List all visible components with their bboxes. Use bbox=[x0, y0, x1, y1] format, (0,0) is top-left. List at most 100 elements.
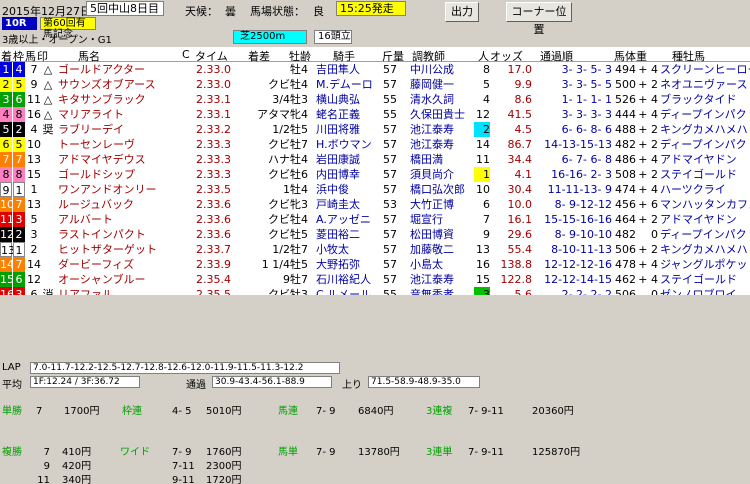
prediction-mark bbox=[40, 242, 56, 257]
lap-label: LAP bbox=[2, 362, 21, 373]
body-weight: 478 bbox=[615, 258, 636, 271]
odds: 8.6 bbox=[514, 93, 533, 106]
horse-name: ラブリーデイ bbox=[58, 123, 124, 136]
finish-time: 2.33.1 bbox=[196, 108, 231, 121]
carried-weight: 57 bbox=[383, 78, 397, 91]
meeting-field[interactable]: 5回中山8日目 bbox=[86, 1, 164, 16]
table-row[interactable]: 6 5 10 トーセンレーヴ 2.33.3 クビ 牡7 H.ボウマン 57 池江泰寿 14 86.7 1… bbox=[0, 137, 750, 152]
jockey-name: 蛯名正義 bbox=[316, 108, 360, 121]
table-row[interactable]: 14 7 14 ダービーフィズ 2.33.9 1 1/4 牡5 大野拓弥 57 小島太 16 138.… bbox=[0, 257, 750, 272]
avg-label: 平均 bbox=[2, 380, 22, 391]
frame-number: 3 bbox=[13, 212, 25, 227]
table-row[interactable]: 4 8 16 △ マリアライト 2.33.1 アタマ 牝4 蛯名正義 55 久保田貴士 12 41.5 3… bbox=[0, 107, 750, 122]
table-row[interactable]: 9 1 1 ワンアンドオンリー 2.33.5 1 牡4 浜中俊 57 橋口弘次郎 10 30.4 11-… bbox=[0, 182, 750, 197]
table-row[interactable]: 3 6 11 △ キタサンブラック 2.33.1 3/4 牡3 横山典弘 55 清水久詞 4 8.6 1-… bbox=[0, 92, 750, 107]
sire-name: ディープインパクト bbox=[660, 228, 750, 241]
weight-change: + 2 bbox=[638, 213, 658, 226]
table-row[interactable]: 12 2 3 ラストインパクト 2.33.6 クビ 牡5 菱田裕二 57 松田博資 9 29.6 8- … bbox=[0, 227, 750, 242]
sex-age: 牡4 bbox=[290, 183, 308, 196]
sex-age: 牡4 bbox=[290, 78, 308, 91]
jockey-name: 内田博幸 bbox=[316, 168, 360, 181]
finish-time: 2.33.2 bbox=[196, 123, 231, 136]
finish-position: 15 bbox=[0, 272, 14, 287]
frame-number: 7 bbox=[13, 257, 25, 272]
table-row[interactable]: 15 6 12 オーシャンブルー 2.35.4 9 牡7 石川裕紀人 57 池江泰寿 15 122.8… bbox=[0, 272, 750, 287]
sex-age: 牡4 bbox=[290, 213, 308, 226]
col-c[interactable]: C bbox=[182, 48, 190, 61]
odds: 86.7 bbox=[507, 138, 533, 151]
payout-umatan: 馬単 7- 9 13780円 bbox=[278, 446, 400, 460]
finish-time: 2.33.3 bbox=[196, 153, 231, 166]
margin: クビ bbox=[268, 213, 290, 226]
sire-name: ディープインパクト bbox=[660, 138, 750, 151]
table-row[interactable]: 13 1 2 ヒットザターゲット 2.33.7 1/2 牡7 小牧太 57 加藤敬二 13 55.4 8… bbox=[0, 242, 750, 257]
passing-order: 16-16- 2- 3 bbox=[551, 168, 612, 181]
wide-number: 7-11 bbox=[172, 461, 195, 472]
odds: 29.6 bbox=[507, 228, 533, 241]
race-name: 第60回有馬記念 bbox=[40, 17, 96, 40]
carried-weight: 57 bbox=[383, 213, 397, 226]
prediction-mark: △ bbox=[43, 78, 53, 91]
sire-name: ステイゴールド bbox=[660, 168, 737, 181]
finish-position: 14 bbox=[0, 257, 14, 272]
tansho-payout: 1700円 bbox=[64, 406, 100, 417]
carried-weight: 57 bbox=[383, 228, 397, 241]
passing-order: 1- 1- 1- 1 bbox=[561, 93, 612, 106]
umatan-payout: 13780円 bbox=[358, 447, 400, 458]
trainer-name: 藤岡健一 bbox=[410, 78, 454, 91]
table-row[interactable]: 5 2 4 奨ラブリーデイ 2.33.2 1/2 牡5 川田将雅 57 池江泰寿 2 4.5 6- 6-… bbox=[0, 122, 750, 137]
horse-name: アドマイヤデウス bbox=[58, 153, 146, 166]
popularity: 14 bbox=[476, 138, 490, 151]
trainer-name: 池江泰寿 bbox=[410, 273, 454, 286]
weight-change: + 4 bbox=[638, 93, 658, 106]
trainer-name: 加藤敬二 bbox=[410, 243, 454, 256]
odds: 122.8 bbox=[500, 273, 533, 286]
sex-age: 牝3 bbox=[290, 198, 308, 211]
margin: ハナ bbox=[268, 153, 290, 166]
prediction-mark bbox=[40, 212, 56, 227]
race-distance: 芝2500m bbox=[233, 30, 307, 44]
umaren-number: 7- 9 bbox=[316, 406, 336, 417]
finish-time: 2.33.6 bbox=[196, 213, 231, 226]
trainer-name: 堀宣行 bbox=[410, 213, 443, 226]
wide-numbers: 7- 9 7-11 9-11 bbox=[172, 446, 195, 484]
finish-position: 9 bbox=[0, 182, 12, 197]
race-conditions: 3歳以上・オープン・G1 bbox=[2, 35, 112, 46]
trainer-name: 中川公成 bbox=[410, 63, 454, 76]
table-row[interactable]: 8 8 15 ゴールドシップ 2.33.3 クビ 牡6 内田博幸 57 須貝尚介 1 4.1 16-16… bbox=[0, 167, 750, 182]
trainer-name: 池江泰寿 bbox=[410, 138, 454, 151]
result-table: 着 枠 馬 印 馬名 C タイム 着差 牡齢 騎手 斤量 調教師 人 オッズ 通… bbox=[0, 47, 750, 302]
table-row[interactable]: 10 7 13 ルージュバック 2.33.6 クビ 牝3 戸崎圭太 53 大竹正博 6 10.0 8- … bbox=[0, 197, 750, 212]
payout-fukusho: 複勝 bbox=[2, 446, 22, 460]
sire-name: ネオユニヴァース bbox=[660, 78, 748, 91]
carried-weight: 53 bbox=[383, 198, 397, 211]
table-row[interactable]: 7 7 13 アドマイヤデウス 2.33.3 ハナ 牡4 岩田康誠 57 橋田満 11 34.4 6- … bbox=[0, 152, 750, 167]
odds: 16.1 bbox=[507, 213, 533, 226]
corner-position-button[interactable]: コーナー位置 bbox=[506, 2, 572, 36]
carried-weight: 57 bbox=[383, 243, 397, 256]
prediction-mark bbox=[40, 152, 56, 167]
margin: クビ bbox=[268, 138, 290, 151]
body-weight: 506 bbox=[615, 243, 636, 256]
jockey-name: H.ボウマン bbox=[316, 138, 372, 151]
payout-wide: ワイド bbox=[120, 446, 150, 460]
finish-position: 10 bbox=[0, 197, 14, 212]
sire-name: ディープインパクト bbox=[660, 108, 750, 121]
margin: 1/2 bbox=[272, 123, 290, 136]
frame-number: 5 bbox=[13, 137, 25, 152]
popularity: 15 bbox=[476, 273, 490, 286]
trainer-name: 池江泰寿 bbox=[410, 123, 454, 136]
table-row[interactable]: 2 5 9 △ サウンズオブアース 2.33.0 クビ 牡4 M.デムーロ 57 藤岡健一 5 9.9 3… bbox=[0, 77, 750, 92]
table-row[interactable]: 11 3 5 アルバート 2.33.6 クビ 牡4 A.アッゼニ 57 堀宣行 7 16.1 15-15… bbox=[0, 212, 750, 227]
lap-values: 7.0-11.7-12.2-12.5-12.7-12.8-12.6-12.0-1… bbox=[30, 362, 340, 374]
runner-count: 16頭立 bbox=[314, 30, 352, 44]
table-row[interactable]: 1 4 7 △ ゴールドアクター 2.33.0 牡4 吉田隼人 57 中川公成 8 17.0 3- 3-… bbox=[0, 62, 750, 77]
carried-weight: 57 bbox=[383, 63, 397, 76]
frame-number: 2 bbox=[13, 122, 25, 137]
fukusho-number: 11 bbox=[37, 475, 50, 484]
finish-position: 11 bbox=[0, 212, 14, 227]
margin: クビ bbox=[268, 228, 290, 241]
sire-name: キングカメハメハ bbox=[660, 123, 748, 136]
output-button[interactable]: 出力 bbox=[445, 2, 479, 22]
weight-change: + 2 bbox=[638, 243, 658, 256]
